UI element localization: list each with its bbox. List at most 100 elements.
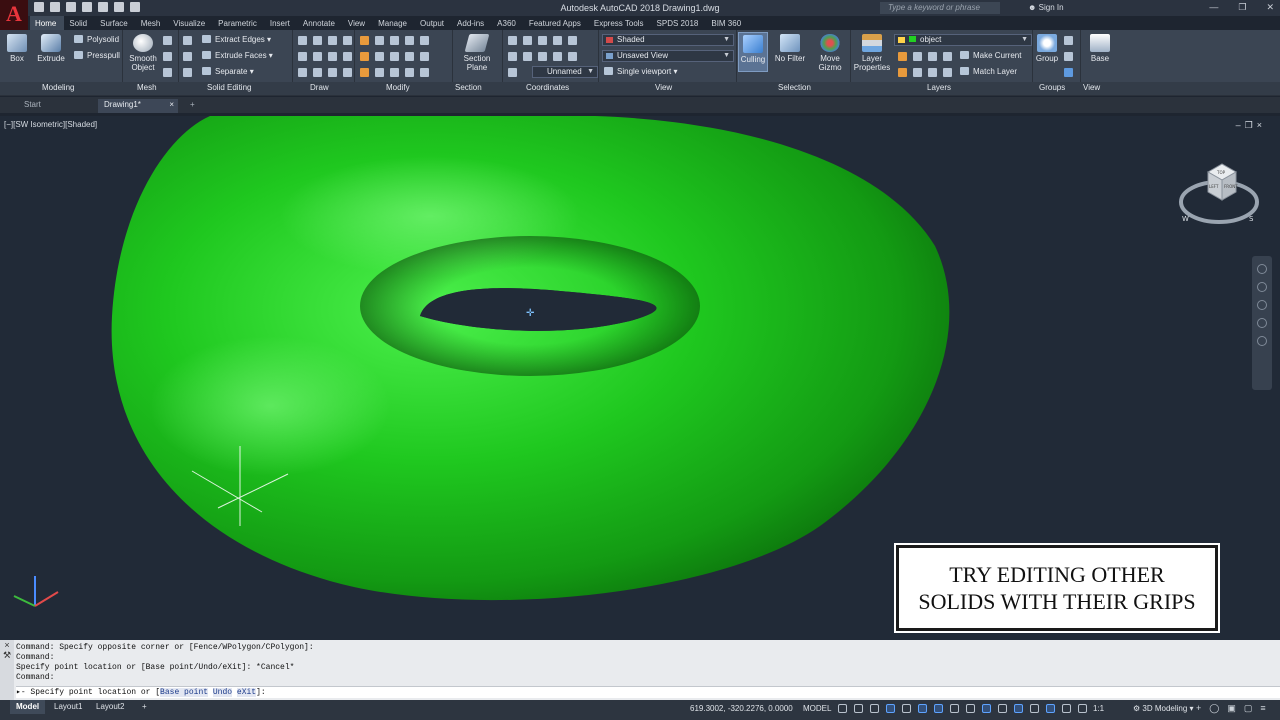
gizmo-toggle-icon[interactable] bbox=[1046, 704, 1055, 713]
union-icon[interactable] bbox=[183, 36, 192, 45]
workspace-switcher[interactable]: ⚙ 3D Modeling ▾ bbox=[1133, 704, 1194, 713]
annotation-visibility-icon[interactable] bbox=[1062, 704, 1071, 713]
panel-label-modify[interactable]: Modify bbox=[386, 83, 410, 92]
hatch-icon[interactable] bbox=[328, 68, 337, 77]
lineweight-icon[interactable] bbox=[950, 704, 959, 713]
ribbon-tab-surface[interactable]: Surface bbox=[95, 16, 136, 30]
close-icon[interactable]: ✕ bbox=[1266, 2, 1274, 13]
ribbon-tab-featured-apps[interactable]: Featured Apps bbox=[524, 16, 589, 30]
extrude-button[interactable]: Extrude bbox=[34, 34, 68, 63]
layer-lock-icon[interactable] bbox=[943, 52, 952, 61]
grid-icon[interactable] bbox=[838, 704, 847, 713]
match-layer-button[interactable]: Match Layer bbox=[960, 66, 1017, 78]
ucs-origin-icon[interactable] bbox=[538, 36, 547, 45]
panel-label-view-base[interactable]: View bbox=[1083, 83, 1100, 92]
layout2-tab[interactable]: Layout2 bbox=[90, 700, 130, 714]
model-space-button[interactable]: MODEL bbox=[803, 704, 831, 713]
stretch-icon[interactable] bbox=[405, 36, 414, 45]
fillet-icon[interactable] bbox=[375, 52, 384, 61]
no-filter-button[interactable]: No Filter bbox=[772, 34, 808, 63]
wrench-icon[interactable]: ⚒ bbox=[0, 650, 14, 661]
ucs-face-icon[interactable] bbox=[508, 52, 517, 61]
panel-label-groups[interactable]: Groups bbox=[1039, 83, 1065, 92]
polygon-icon[interactable] bbox=[298, 68, 307, 77]
3d-rotate-icon[interactable] bbox=[420, 68, 429, 77]
mesh-icon[interactable] bbox=[163, 52, 172, 61]
ucs-3point-icon[interactable] bbox=[568, 36, 577, 45]
command-window-handle[interactable]: × ⚒ bbox=[0, 640, 14, 700]
panel-label-section[interactable]: Section bbox=[455, 83, 482, 92]
ribbon-tab-output[interactable]: Output bbox=[415, 16, 452, 30]
explode-icon[interactable] bbox=[420, 52, 429, 61]
ribbon-tab-annotate[interactable]: Annotate bbox=[298, 16, 343, 30]
ucs-named-icon[interactable] bbox=[508, 68, 517, 77]
smooth-object-button[interactable]: Smooth Object bbox=[126, 34, 160, 72]
spline-icon[interactable] bbox=[298, 52, 307, 61]
snap-icon[interactable] bbox=[854, 704, 863, 713]
viewcube[interactable]: TOP LEFT FRONT W S bbox=[1178, 160, 1260, 230]
ribbon-tab-express-tools[interactable]: Express Tools bbox=[589, 16, 652, 30]
move-gizmo-button[interactable]: Move Gizmo bbox=[814, 34, 846, 72]
clean-screen-icon[interactable]: ▢ bbox=[1244, 703, 1253, 714]
autoscale-icon[interactable] bbox=[1078, 704, 1087, 713]
saved-view-dropdown[interactable]: Unsaved View ▼ bbox=[602, 50, 734, 62]
add-layout-button[interactable]: + bbox=[136, 700, 153, 714]
mesh-icon[interactable] bbox=[163, 36, 172, 45]
ribbon-tab-home[interactable]: Home bbox=[30, 16, 65, 30]
layer-properties-button[interactable]: Layer Properties bbox=[852, 34, 892, 72]
restore-icon[interactable]: ❐ bbox=[1245, 120, 1257, 130]
layer-thaw-icon[interactable] bbox=[928, 68, 937, 77]
pan-icon[interactable] bbox=[1257, 282, 1267, 292]
ucs-icon[interactable] bbox=[508, 36, 517, 45]
option-exit[interactable]: eXit bbox=[236, 688, 257, 697]
scale-icon[interactable] bbox=[390, 36, 399, 45]
minimize-icon[interactable]: – bbox=[1236, 120, 1245, 130]
option-base-point[interactable]: Base point bbox=[160, 688, 209, 697]
selection-cycling-icon[interactable] bbox=[982, 704, 991, 713]
3d-osnap-icon[interactable] bbox=[998, 704, 1007, 713]
ucs-icon[interactable] bbox=[8, 568, 68, 614]
subtract-icon[interactable] bbox=[183, 52, 192, 61]
3d-move-icon[interactable] bbox=[405, 68, 414, 77]
annotation-scale[interactable]: 1:1 bbox=[1093, 704, 1104, 713]
layer-unlock-icon[interactable] bbox=[943, 68, 952, 77]
move-icon[interactable] bbox=[360, 36, 369, 45]
command-input[interactable]: ▸- Specify point location or [Base point… bbox=[16, 686, 1280, 698]
layer-unisolate-icon[interactable] bbox=[913, 68, 922, 77]
layer-isolate-icon[interactable] bbox=[913, 52, 922, 61]
ellipse-icon[interactable] bbox=[328, 52, 337, 61]
rotate-icon[interactable] bbox=[375, 36, 384, 45]
separate-button[interactable]: Separate ▾ bbox=[202, 66, 254, 78]
ribbon-tab-manage[interactable]: Manage bbox=[373, 16, 415, 30]
isodraft-icon[interactable] bbox=[902, 704, 911, 713]
sign-in-button[interactable]: ☻ Sign In bbox=[1028, 3, 1064, 12]
customization-icon[interactable]: ≡ bbox=[1260, 703, 1265, 714]
group-button[interactable]: Group bbox=[1034, 34, 1060, 63]
layer-off-icon[interactable] bbox=[898, 52, 907, 61]
transparency-icon[interactable] bbox=[966, 704, 975, 713]
mesh-icon[interactable] bbox=[163, 68, 172, 77]
arc-icon[interactable] bbox=[328, 36, 337, 45]
erase-icon[interactable] bbox=[375, 68, 384, 77]
viewport-controls-label[interactable]: [−][SW Isometric][Shaded] bbox=[4, 120, 97, 129]
polyline-icon[interactable] bbox=[313, 36, 322, 45]
ucs-object-icon[interactable] bbox=[523, 52, 532, 61]
coordinate-readout[interactable]: 619.3002, -320.2276, 0.0000 bbox=[690, 704, 793, 713]
layout1-tab[interactable]: Layout1 bbox=[48, 700, 88, 714]
copy-icon[interactable] bbox=[360, 68, 369, 77]
orbit-icon[interactable] bbox=[1257, 318, 1267, 328]
layer-freeze-icon[interactable] bbox=[928, 52, 937, 61]
ortho-icon[interactable] bbox=[870, 704, 879, 713]
close-icon[interactable]: × bbox=[169, 99, 174, 111]
dynamic-ucs-icon[interactable] bbox=[1014, 704, 1023, 713]
layer-dropdown[interactable]: object ▼ bbox=[894, 34, 1032, 46]
xline-icon[interactable] bbox=[313, 52, 322, 61]
ribbon-tab-add-ins[interactable]: Add-ins bbox=[452, 16, 492, 30]
doc-tab-drawing1[interactable]: Drawing1* × bbox=[98, 99, 178, 113]
ungroup-icon[interactable] bbox=[1064, 36, 1073, 45]
panel-label-modeling[interactable]: Modeling bbox=[42, 83, 74, 92]
ucs-world-icon[interactable] bbox=[523, 36, 532, 45]
application-menu-button[interactable]: A bbox=[0, 0, 28, 30]
close-icon[interactable]: × bbox=[0, 640, 14, 650]
search-input[interactable]: Type a keyword or phrase bbox=[880, 2, 1000, 14]
